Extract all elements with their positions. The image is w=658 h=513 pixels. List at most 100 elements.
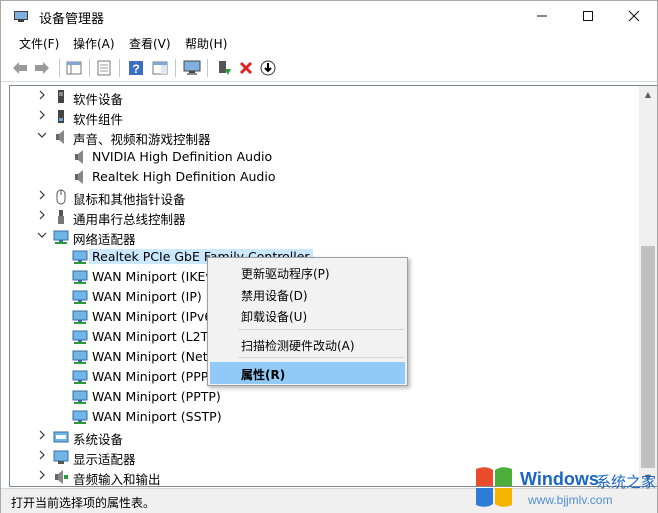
status-text: 打开当前选择项的属性表。 [11,496,156,510]
menu-separator [238,329,404,330]
menu-view[interactable]: 查看(V) [129,35,171,52]
device-category[interactable]: 通用串行总线控制器 [10,207,638,227]
audio-io-icon [53,469,69,485]
menu-properties[interactable]: 属性(R) [210,362,405,384]
system-device-icon [53,429,69,445]
software-component-icon [53,109,69,125]
watermark-brand: Windows [520,469,599,489]
watermark-url: www.bjjmlv.com [528,493,613,507]
context-menu: 更新驱动程序(P) 禁用设备(D) 卸载设备(U) 扫描检测硬件改动(A) 属性… [207,257,408,386]
usb-icon [53,209,69,225]
device-label: 软件组件 [73,112,124,127]
chevron-down-icon[interactable] [36,230,48,242]
device-label: NVIDIA High Definition Audio [92,149,273,164]
scroll-up-button[interactable]: ▲ [639,86,657,103]
forward-button[interactable] [33,59,51,77]
menu-action[interactable]: 操作(A) [73,35,115,52]
menu-separator [238,357,404,358]
window-title: 设备管理器 [39,12,105,27]
network-adapter-icon [72,409,88,425]
chevron-right-icon[interactable] [36,110,48,122]
update-driver-button[interactable] [259,59,277,77]
device-label: WAN Miniport (L2TP) [92,329,221,344]
menu-disable-device-label: 禁用设备(D) [241,289,308,303]
device-item[interactable]: WAN Miniport (PPTP) [10,387,638,407]
svg-text:?: ? [132,62,139,76]
speaker-icon [53,129,69,145]
windows-logo-icon [476,467,512,507]
device-category[interactable]: 声音、视频和游戏控制器 [10,127,638,147]
close-button[interactable] [611,1,657,31]
toolbar-separator [89,59,90,77]
mouse-icon [53,189,69,205]
network-adapter-icon [72,289,88,305]
device-category[interactable]: 鼠标和其他指针设备 [10,187,638,207]
forward-arrow-icon [35,62,49,74]
device-label: 通用串行总线控制器 [73,212,186,227]
back-arrow-icon [13,62,27,74]
menu-uninstall-device[interactable]: 卸载设备(U) [210,304,405,326]
vertical-scrollbar[interactable]: ▲ ▼ [639,85,657,487]
scroll-thumb[interactable] [641,246,655,468]
back-button[interactable] [11,59,29,77]
network-adapter-icon [72,349,88,365]
device-label: 软件设备 [73,92,124,107]
document-icon [97,60,111,76]
menu-uninstall-device-label: 卸载设备(U) [241,310,308,324]
device-label: 声音、视频和游戏控制器 [73,132,211,147]
menu-disable-device[interactable]: 禁用设备(D) [210,283,405,305]
chevron-down-icon[interactable] [36,130,48,142]
menu-update-driver-label: 更新驱动程序(P) [241,267,330,281]
show-hide-console-tree-button[interactable] [65,59,83,77]
chevron-right-icon[interactable] [36,190,48,202]
device-label: Realtek High Definition Audio [92,169,276,184]
network-adapter-icon [72,249,88,265]
toolbar: ? [1,55,657,82]
scan-hardware-button[interactable] [183,59,201,77]
watermark-brand-cn: 系统之家 [596,473,657,491]
chevron-right-icon[interactable] [36,430,48,442]
watermark: Windows 系统之家 www.bjjmlv.com [468,463,658,513]
enable-device-button[interactable] [215,59,233,77]
properties-button[interactable] [95,59,113,77]
maximize-icon [583,11,593,21]
chevron-right-icon[interactable] [36,210,48,222]
menu-update-driver[interactable]: 更新驱动程序(P) [210,261,405,283]
uninstall-device-button[interactable] [237,59,255,77]
device-item[interactable]: WAN Miniport (SSTP) [10,407,638,427]
network-adapter-icon [72,369,88,385]
device-category[interactable]: 软件组件 [10,107,638,127]
network-adapter-icon [72,389,88,405]
chevron-right-icon[interactable] [36,470,48,482]
menu-bar: 文件(F) 操作(A) 查看(V) 帮助(H) [1,33,657,53]
device-label: 系统设备 [73,432,124,447]
device-item[interactable]: Realtek High Definition Audio [10,167,638,187]
menu-help[interactable]: 帮助(H) [185,35,227,52]
menu-file[interactable]: 文件(F) [19,35,59,52]
title-bar[interactable]: 设备管理器 [1,1,657,31]
action-pane-button[interactable] [151,59,169,77]
device-item[interactable]: NVIDIA High Definition Audio [10,147,638,167]
toolbar-separator [119,59,120,77]
scroll-up-icon: ▲ [644,90,652,99]
minimize-icon [537,15,547,17]
speaker-icon [72,169,88,185]
chevron-right-icon[interactable] [36,450,48,462]
device-category[interactable]: 网络适配器 [10,227,638,247]
minimize-button[interactable] [519,1,565,31]
device-category[interactable]: 软件设备 [10,87,638,107]
help-icon: ? [129,61,143,76]
enable-device-icon [219,61,231,75]
download-icon [260,60,276,76]
help-button[interactable]: ? [127,59,145,77]
maximize-button[interactable] [565,1,611,31]
properties-grid-icon [66,61,82,75]
menu-scan-hardware-label: 扫描检测硬件改动(A) [241,339,355,353]
device-category[interactable]: 系统设备 [10,427,638,447]
remove-x-icon [239,61,253,75]
network-adapter-icon [53,229,69,245]
device-label: WAN Miniport (IPv6) [92,309,218,324]
chevron-right-icon[interactable] [36,90,48,102]
menu-scan-hardware[interactable]: 扫描检测硬件改动(A) [210,333,405,355]
display-adapter-icon [53,449,69,465]
